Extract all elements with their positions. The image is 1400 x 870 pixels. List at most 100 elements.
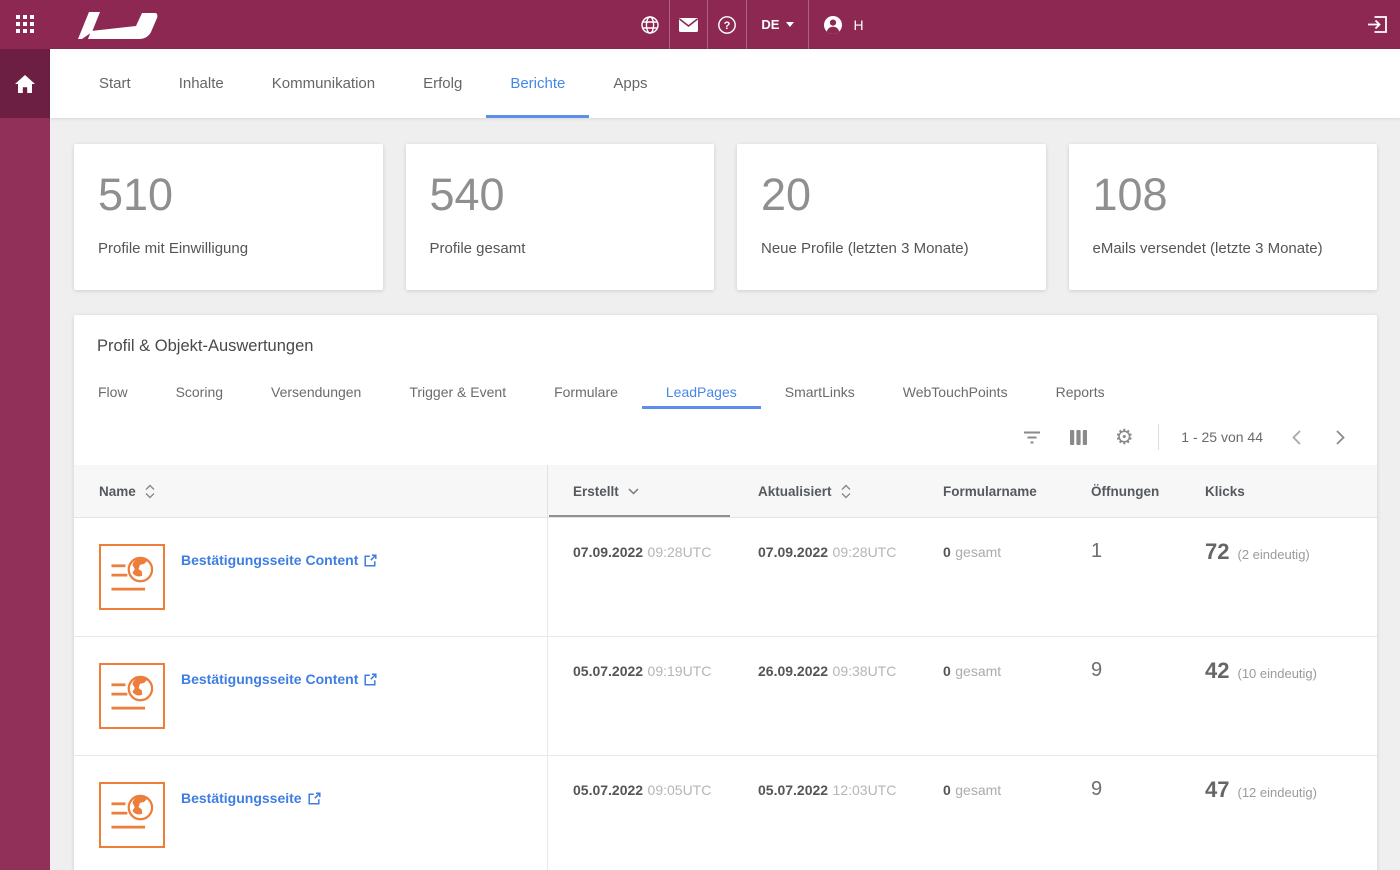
tab-scoring[interactable]: Scoring — [152, 375, 247, 409]
stat-card-consent-profiles: 510 Profile mit Einwilligung — [74, 144, 383, 290]
help-button[interactable]: ? — [708, 0, 748, 49]
clicks-count: 47 — [1205, 777, 1230, 802]
language-label: DE — [761, 17, 780, 32]
form-count: 0 — [943, 544, 951, 560]
stat-value: 108 — [1092, 169, 1168, 220]
clicks-cell: 42 (10 eindeutig) — [1180, 637, 1377, 755]
sidebar-item-home[interactable] — [0, 49, 50, 118]
tab-leadpages[interactable]: LeadPages — [641, 375, 761, 409]
gear-icon: ⚙ — [1114, 425, 1134, 449]
column-header-aktualisiert[interactable]: Aktualisiert — [733, 465, 918, 517]
leadpage-name: Bestätigungsseite Content — [181, 552, 359, 568]
column-label: Name — [99, 483, 136, 499]
tab-apps[interactable]: Apps — [589, 49, 671, 118]
formname-cell: 0 gesamt — [918, 518, 1066, 636]
updated-date: 07.09.2022 — [758, 544, 829, 560]
sidebar — [0, 49, 50, 870]
logout-button[interactable] — [1354, 0, 1400, 49]
table-header: Name Erstellt Aktualisiert Formularname … — [74, 465, 1377, 518]
user-avatar-icon — [824, 15, 843, 34]
filter-button[interactable] — [1020, 425, 1044, 449]
form-suffix: gesamt — [955, 782, 1002, 798]
pagination-range: 1 - 25 von 44 — [1181, 429, 1263, 445]
tab-trigger-event[interactable]: Trigger & Event — [385, 375, 530, 409]
form-count: 0 — [943, 663, 951, 679]
messages-button[interactable] — [670, 0, 709, 49]
sort-updown-icon — [841, 484, 851, 498]
tab-berichte[interactable]: Berichte — [486, 49, 590, 118]
settings-button[interactable]: ⚙ — [1112, 425, 1136, 449]
pagination-next-button[interactable] — [1329, 425, 1351, 449]
leadpage-link[interactable]: Bestätigungsseite Content — [181, 671, 377, 687]
panel-title: Profil & Objekt-Auswertungen — [97, 337, 314, 355]
table-toolbar: ⚙ 1 - 25 von 44 — [74, 409, 1377, 465]
tab-kommunikation[interactable]: Kommunikation — [248, 49, 399, 118]
leadpage-thumbnail[interactable] — [99, 544, 165, 610]
filter-icon — [1024, 431, 1041, 443]
column-label: Formularname — [943, 483, 1037, 499]
tab-erfolg[interactable]: Erfolg — [399, 49, 486, 118]
primary-nav: Start Inhalte Kommunikation Erfolg Beric… — [50, 49, 1400, 118]
stat-card-total-profiles: 540 Profile gesamt — [405, 144, 714, 290]
leadpage-thumbnail[interactable] — [99, 663, 165, 729]
leadpage-link[interactable]: Bestätigungsseite Content — [181, 552, 377, 568]
leadpage-thumbnail[interactable] — [99, 782, 165, 848]
column-header-erstellt[interactable]: Erstellt — [548, 465, 733, 517]
mail-icon — [679, 17, 699, 32]
topbar: ? DE H — [0, 0, 1400, 49]
tab-start[interactable]: Start — [75, 49, 155, 118]
updated-time: 09:38UTC — [832, 663, 897, 679]
tab-formulare[interactable]: Formulare — [530, 375, 642, 409]
opens-cell: 9 — [1091, 659, 1103, 681]
stat-card-emails-sent: 108 eMails versendet (letzte 3 Monate) — [1068, 144, 1377, 290]
external-link-icon — [364, 672, 377, 686]
tab-versendungen[interactable]: Versendungen — [247, 375, 385, 409]
user-menu[interactable]: H — [809, 0, 881, 49]
report-panel: Profil & Objekt-Auswertungen Flow Scorin… — [74, 315, 1377, 870]
user-initial: H — [853, 16, 864, 33]
leadpage-name: Bestätigungsseite Content — [181, 671, 359, 687]
brand-logo[interactable] — [76, 0, 158, 49]
opens-cell: 1 — [1091, 540, 1103, 562]
tab-webtouchpoints[interactable]: WebTouchPoints — [879, 375, 1032, 409]
form-suffix: gesamt — [955, 544, 1002, 560]
formname-cell: 0 gesamt — [918, 637, 1066, 755]
tab-inhalte[interactable]: Inhalte — [155, 49, 248, 118]
chevron-left-icon — [1291, 429, 1301, 445]
apps-grid-button[interactable] — [0, 0, 50, 49]
chevron-down-icon — [786, 22, 795, 27]
created-cell: 05.07.2022 09:19UTC — [548, 637, 733, 755]
logo-icon — [78, 11, 158, 39]
column-label: Erstellt — [573, 483, 619, 499]
updated-date: 05.07.2022 — [758, 782, 829, 798]
column-label: Öffnungen — [1091, 483, 1160, 499]
stat-value: 540 — [429, 169, 505, 220]
stat-label: Profile gesamt — [429, 239, 526, 257]
formname-cell: 0 gesamt — [918, 756, 1066, 870]
tab-flow[interactable]: Flow — [74, 375, 152, 409]
leadpage-link[interactable]: Bestätigungsseite — [181, 790, 321, 806]
table-row: Bestätigungsseite 05.07.2022 09:05UTC 05… — [74, 756, 1377, 870]
clicks-unique: (12 eindeutig) — [1237, 785, 1317, 800]
language-selector[interactable]: DE — [747, 0, 810, 49]
sort-updown-icon — [145, 484, 155, 498]
svg-text:?: ? — [724, 20, 731, 32]
stat-value: 510 — [98, 169, 174, 220]
updated-time: 09:28UTC — [832, 544, 897, 560]
language-globe-button[interactable] — [630, 0, 671, 49]
column-label: Aktualisiert — [758, 483, 832, 499]
column-label: Klicks — [1205, 483, 1245, 499]
column-header-name[interactable]: Name — [74, 465, 548, 517]
columns-button[interactable] — [1066, 425, 1090, 449]
created-time: 09:19UTC — [647, 663, 712, 679]
form-suffix: gesamt — [955, 663, 1002, 679]
pagination-prev-button[interactable] — [1285, 425, 1307, 449]
tab-smartlinks[interactable]: SmartLinks — [761, 375, 879, 409]
created-cell: 05.07.2022 09:05UTC — [548, 756, 733, 870]
table-row: Bestätigungsseite Content 05.07.2022 09:… — [74, 637, 1377, 756]
stat-label: Neue Profile (letzten 3 Monate) — [761, 239, 969, 257]
created-cell: 07.09.2022 09:28UTC — [548, 518, 733, 636]
created-date: 05.07.2022 — [573, 663, 644, 679]
tab-reports[interactable]: Reports — [1032, 375, 1129, 409]
